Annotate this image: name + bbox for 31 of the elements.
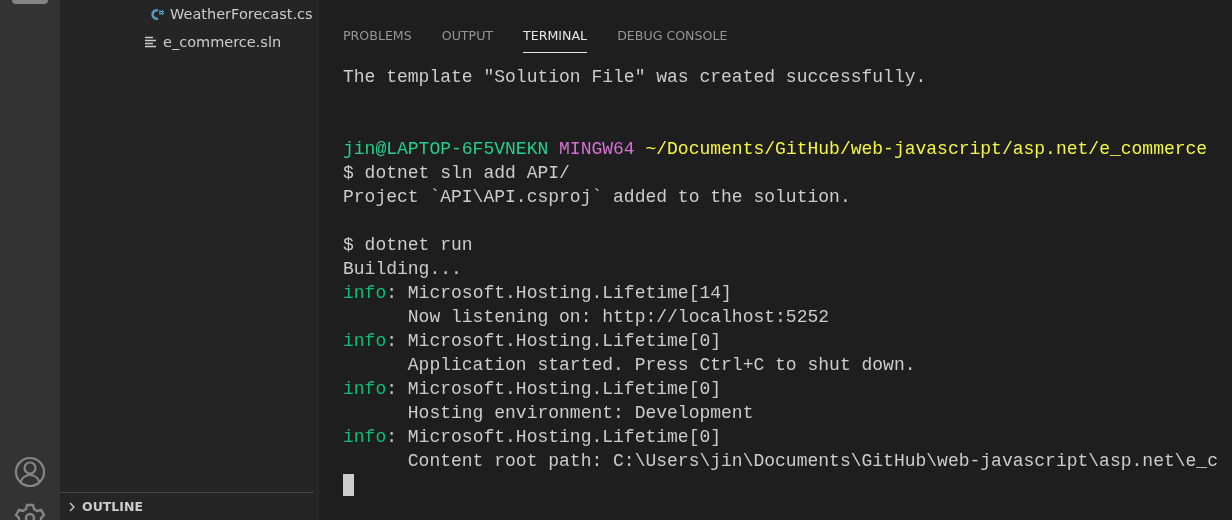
terminal-text: Content root path: C:\Users\jin\Documents\GitHub\web-javascript\asp.net\e_c bbox=[406, 451, 1218, 471]
terminal-text: The template "Solution File" was created successfully. bbox=[343, 67, 927, 87]
terminal-text: $ dotnet run bbox=[343, 235, 473, 255]
terminal-text: Hosting environment: Development bbox=[406, 403, 754, 423]
panel-tab[interactable]: DEBUG CONSOLE bbox=[617, 28, 728, 46]
file-item[interactable]: e_commerce.sln bbox=[60, 28, 318, 56]
panel-tab[interactable]: PROBLEMS bbox=[343, 28, 412, 46]
log-level: info bbox=[343, 379, 387, 399]
terminal-text: Building... bbox=[343, 259, 462, 279]
panel-tab[interactable]: OUTPUT bbox=[441, 28, 494, 46]
terminal-text: : Microsoft.Hosting.Lifetime[0] bbox=[386, 427, 722, 447]
terminal-text: : Microsoft.Hosting.Lifetime[0] bbox=[386, 331, 722, 351]
terminal-text: : Microsoft.Hosting.Lifetime[0] bbox=[386, 379, 722, 399]
lines-file-icon bbox=[145, 36, 157, 48]
log-level: info bbox=[343, 427, 387, 447]
account-icon[interactable] bbox=[14, 456, 46, 488]
terminal-text: : Microsoft.Hosting.Lifetime[14] bbox=[386, 283, 732, 303]
terminal-text: Now listening on: http://localhost:5252 bbox=[406, 307, 830, 327]
prompt-shell: MINGW64 bbox=[559, 139, 635, 159]
terminal-text: Project `API\API.csproj` added to the solution. bbox=[343, 187, 851, 207]
log-level: info bbox=[343, 331, 387, 351]
log-level: info bbox=[343, 283, 387, 303]
prompt-path: ~/Documents/GitHub/web-javascript/asp.net/e_commerce bbox=[645, 139, 1208, 159]
csharp-file-icon bbox=[150, 7, 164, 21]
terminal-text: Application started. Press Ctrl+C to shut down. bbox=[406, 355, 916, 375]
prompt-user: jin@LAPTOP-6F5VNEKN bbox=[343, 139, 549, 159]
terminal-text: $ dotnet sln add API/ bbox=[343, 163, 570, 183]
panel-tab[interactable]: TERMINAL bbox=[523, 28, 588, 53]
outline-header[interactable]: OUTLINE bbox=[60, 492, 314, 520]
file-item[interactable]: WeatherForecast.cs bbox=[60, 0, 318, 28]
cursor bbox=[343, 474, 354, 496]
